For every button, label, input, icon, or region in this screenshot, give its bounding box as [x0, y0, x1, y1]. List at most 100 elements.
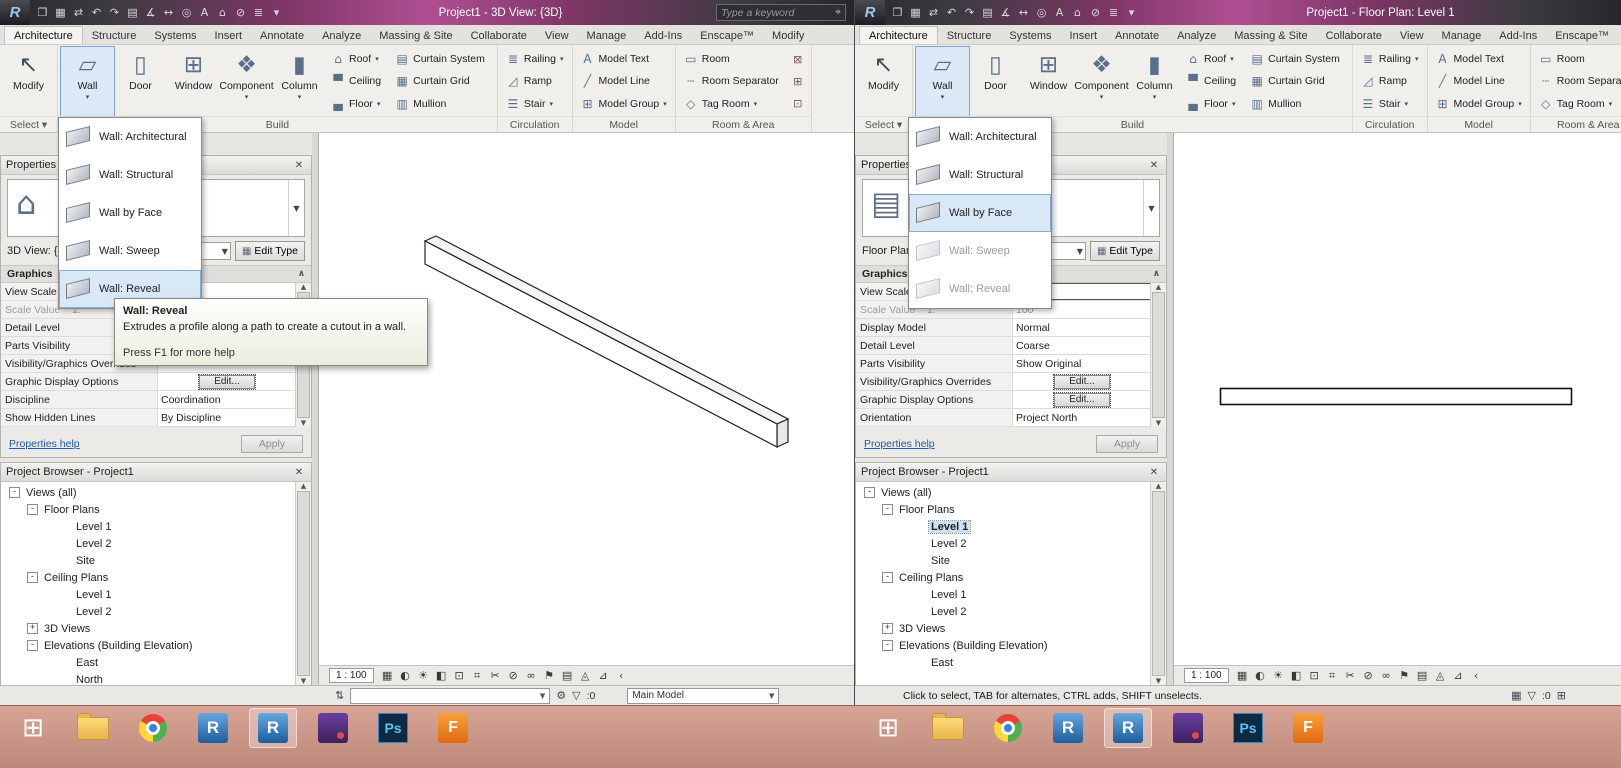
- filter-icon[interactable]: ▽: [1528, 689, 1536, 702]
- properties-help-link[interactable]: Properties help: [864, 438, 935, 450]
- apply-button[interactable]: Apply: [1096, 435, 1158, 453]
- reveal-hidden-elements-icon[interactable]: ⚑: [541, 669, 558, 682]
- property-row[interactable]: Visibility/Graphics Overrides Edit...: [856, 373, 1166, 391]
- property-value[interactable]: Edit...: [158, 373, 296, 390]
- room-area-panel-label[interactable]: Room & Area: [675, 116, 811, 132]
- section-icon[interactable]: ⊘: [232, 0, 249, 25]
- crop-view-icon[interactable]: ⌗: [1324, 669, 1341, 683]
- ribbon-tab[interactable]: Analyze: [1168, 27, 1225, 44]
- wall-sweep-item[interactable]: Wall: Sweep: [59, 232, 201, 270]
- scroll-down-icon[interactable]: ▼: [1156, 419, 1161, 427]
- tree-item[interactable]: East: [856, 654, 1166, 671]
- analytical-model-icon[interactable]: ◬: [577, 669, 594, 682]
- tree-expander-icon[interactable]: +: [882, 623, 893, 634]
- print-icon[interactable]: ▤: [124, 0, 141, 25]
- show-crop-icon[interactable]: ✂: [487, 669, 504, 682]
- default-3d-view-icon[interactable]: ⌂: [214, 0, 231, 25]
- wall-button[interactable]: ▱ Wall ▾: [915, 46, 970, 117]
- ribbon-tab[interactable]: Collaborate: [462, 27, 536, 44]
- model-group-button[interactable]: ⊞ Model Group ▾: [1436, 93, 1521, 114]
- chevron-down-icon[interactable]: ▼: [288, 180, 304, 236]
- taskbar-item[interactable]: ⊞: [865, 709, 911, 747]
- modify-button[interactable]: ↖ Modify: [3, 47, 54, 116]
- model-text-button[interactable]: A Model Text: [581, 49, 667, 70]
- sync-with-central-icon[interactable]: ⇄: [70, 0, 87, 25]
- save-icon[interactable]: ▦: [52, 0, 69, 25]
- ribbon-tab[interactable]: Annotate: [1106, 27, 1168, 44]
- analytical-model-icon[interactable]: ◬: [1432, 669, 1449, 682]
- scroll-down-icon[interactable]: ▼: [301, 419, 306, 427]
- ribbon-tab[interactable]: Architecture: [859, 26, 938, 44]
- default-3d-view-icon[interactable]: ⌂: [1069, 0, 1086, 25]
- model-line-button[interactable]: ╱ Model Line: [1436, 71, 1522, 92]
- filter-icon[interactable]: ▽: [572, 689, 580, 702]
- property-value[interactable]: By Discipline: [158, 409, 296, 426]
- view-scale-button[interactable]: 1 : 100: [1184, 668, 1229, 683]
- tree-item[interactable]: East: [1, 654, 311, 671]
- room-button[interactable]: ▭ Room: [684, 49, 783, 70]
- window-button[interactable]: ⊞ Window: [167, 47, 220, 116]
- lock-view-icon[interactable]: ⊘: [505, 669, 522, 682]
- undo-icon[interactable]: ↶: [943, 0, 960, 25]
- circulation-panel-label[interactable]: Circulation: [1352, 116, 1427, 132]
- scroll-up-icon[interactable]: ▲: [301, 482, 306, 490]
- tree-item[interactable]: Level 1: [1, 586, 311, 603]
- component-button[interactable]: ❖ Component ▾: [1074, 47, 1128, 116]
- workset-combo[interactable]: ▼: [350, 687, 551, 704]
- section-icon[interactable]: ⊘: [1087, 0, 1104, 25]
- ribbon-tab[interactable]: Structure: [83, 27, 146, 44]
- reveal-constraints-icon[interactable]: ⊿: [595, 669, 612, 682]
- tag-icon[interactable]: ◎: [1033, 0, 1050, 25]
- taskbar-item[interactable]: [1165, 709, 1211, 747]
- search-icon[interactable]: ⌖: [835, 6, 841, 19]
- door-button[interactable]: ▯ Door: [114, 47, 167, 116]
- sun-path-icon[interactable]: ☀: [415, 669, 432, 682]
- customize-qat-icon[interactable]: ▾: [268, 0, 285, 25]
- model-text-button[interactable]: A Model Text: [1436, 49, 1522, 70]
- collapse-section-icon[interactable]: ∧: [1153, 269, 1160, 279]
- property-row[interactable]: Parts Visibility Show Original: [856, 355, 1166, 373]
- wall-structural-item[interactable]: Wall: Structural: [909, 156, 1051, 194]
- detail-level-icon[interactable]: ▦: [1234, 669, 1251, 682]
- ribbon-tab[interactable]: Insert: [1061, 27, 1107, 44]
- ribbon-tab[interactable]: View: [536, 27, 578, 44]
- edit-type-button[interactable]: ▦ Edit Type: [1089, 241, 1160, 261]
- tree-expander-icon[interactable]: +: [27, 623, 38, 634]
- scrollbar-thumb[interactable]: [1152, 292, 1165, 418]
- apply-button[interactable]: Apply: [241, 435, 303, 453]
- ribbon-tab[interactable]: Structure: [938, 27, 1001, 44]
- model-line-button[interactable]: ╱ Model Line: [581, 71, 667, 92]
- column-button[interactable]: ▮ Column ▾: [273, 47, 326, 116]
- property-value[interactable]: Normal: [1013, 319, 1151, 336]
- wall-by-face-item[interactable]: Wall by Face: [59, 194, 201, 232]
- properties-help-link[interactable]: Properties help: [9, 438, 80, 450]
- scroll-down-icon[interactable]: ▼: [301, 677, 306, 685]
- tag-area-icon[interactable]: ⊡: [790, 93, 806, 114]
- editable-only-icon[interactable]: ▦: [1511, 689, 1521, 702]
- close-icon[interactable]: ✕: [292, 160, 306, 171]
- property-row[interactable]: Graphic Display Options Edit...: [856, 391, 1166, 409]
- area-boundary-icon[interactable]: ⊞: [790, 71, 806, 92]
- taskbar-item[interactable]: F: [430, 709, 476, 747]
- edit-type-button[interactable]: ▦ Edit Type: [234, 241, 305, 261]
- temporary-view-properties-icon[interactable]: ▤: [559, 669, 576, 682]
- save-icon[interactable]: ▦: [907, 0, 924, 25]
- taskbar-item[interactable]: R: [190, 709, 236, 747]
- temporary-hide-isolate-icon[interactable]: ∞: [1378, 669, 1395, 682]
- property-row[interactable]: Display Model Normal: [856, 319, 1166, 337]
- thin-lines-icon[interactable]: ≣: [250, 0, 267, 25]
- door-button[interactable]: ▯ Door: [969, 47, 1022, 116]
- scroll-up-icon[interactable]: ▲: [301, 283, 306, 291]
- chevron-down-icon[interactable]: ▼: [1143, 180, 1159, 236]
- modify-button[interactable]: ↖ Modify: [858, 47, 909, 116]
- scroll-up-icon[interactable]: ▲: [1156, 482, 1161, 490]
- ribbon-tab[interactable]: Manage: [1433, 27, 1491, 44]
- railing-button[interactable]: ≣ Railing ▾: [506, 49, 564, 70]
- tree-item[interactable]: Site: [1, 552, 311, 569]
- curtain-grid-button[interactable]: ▦ Curtain Grid: [1250, 71, 1344, 92]
- tree-item[interactable]: + 3D Views: [1, 620, 311, 637]
- property-value[interactable]: Show Original: [1013, 355, 1151, 372]
- design-option-combo[interactable]: Main Model ▼: [627, 687, 780, 704]
- tree-item[interactable]: - Views (all): [856, 484, 1166, 501]
- tree-item[interactable]: - Ceiling Plans: [856, 569, 1166, 586]
